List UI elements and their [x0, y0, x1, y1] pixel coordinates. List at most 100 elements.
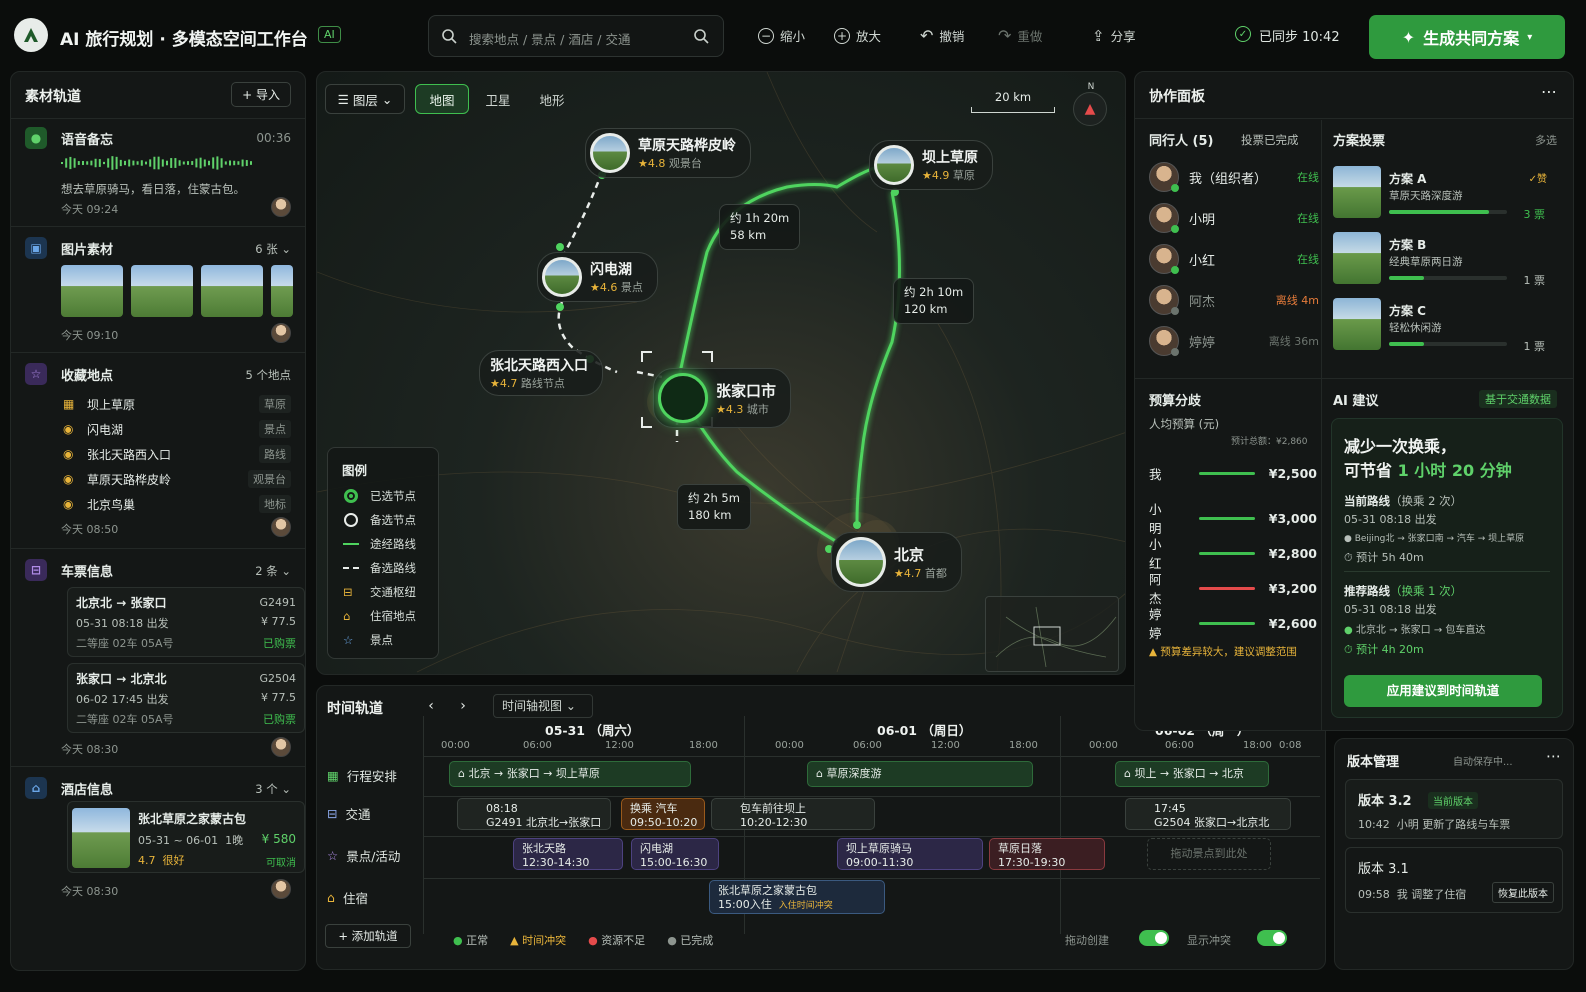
companion-item[interactable]: 小红 在线 — [1149, 244, 1319, 274]
image-thumbnail[interactable] — [131, 265, 193, 317]
voice-memo-section[interactable]: ● 语音备忘 00:36 想去草原骑马，看日落，住蒙古包。 今天 09:24 — [11, 118, 305, 226]
image-count-dropdown[interactable]: 6 张 ⌄ — [255, 241, 291, 257]
hotel-count-dropdown[interactable]: 3 个 ⌄ — [255, 781, 291, 797]
companion-item[interactable]: 婷婷 离线 36m — [1149, 326, 1319, 356]
lodging-bar[interactable]: 张北草原之家蒙古包 15:00入住 入住时间冲突 — [709, 880, 885, 914]
bar-time: 15:00-16:30 — [640, 856, 708, 869]
plan-vote-card[interactable]: 方案 C 轻松休闲游 1 票 — [1333, 298, 1547, 354]
hotel-cancel-policy: 可取消 — [266, 858, 296, 869]
map-node[interactable]: 张家口市 ★4.3 城市 — [653, 368, 792, 428]
plan-desc: 轻松休闲游 — [1389, 322, 1442, 334]
drop-zone[interactable]: 拖动景点到此处 — [1147, 838, 1271, 870]
place-item[interactable]: ◉ 草原天路桦皮岭 观景台 — [63, 470, 291, 488]
plan-vote-card[interactable]: 方案 B 经典草原两日游 1 票 — [1333, 232, 1547, 288]
generate-plan-button[interactable]: ✦ 生成共同方案 ▾ — [1369, 15, 1565, 59]
tickets-count-dropdown[interactable]: 2 条 ⌄ — [255, 563, 291, 579]
show-conflict-toggle[interactable] — [1257, 930, 1287, 946]
trip-bar[interactable]: ⌂ 草原深度游 — [807, 761, 1033, 787]
drag-create-toggle[interactable] — [1139, 930, 1169, 946]
compass[interactable]: N ▲ — [1073, 82, 1109, 126]
version-card-current[interactable]: 版本 3.2 当前版本 10:42 小明 更新了路线与车票 — [1345, 779, 1563, 839]
next-button[interactable]: › — [449, 694, 477, 718]
version-time: 09:58 — [1358, 888, 1390, 901]
map-node[interactable]: 北京 ★4.7 首都 — [831, 532, 962, 592]
more-icon[interactable]: ⋯ — [1541, 82, 1557, 101]
budget-line — [1199, 586, 1255, 590]
tab-terrain[interactable]: 地形 — [525, 84, 579, 114]
search-input[interactable]: 搜索地点 / 景点 / 酒店 / 交通 — [428, 15, 724, 57]
image-thumbnail[interactable] — [201, 265, 263, 317]
search-submit-icon[interactable] — [693, 28, 709, 44]
hotel-card[interactable]: 张北草原之家蒙古包 05-31 ~ 06-01 1晚 ¥ 580 4.7 很好 … — [67, 801, 305, 873]
budget-value: ¥2,800 — [1268, 545, 1317, 561]
row-itinerary: ▦ 行程安排 — [327, 766, 397, 785]
transport-bar[interactable]: 17:45 G2504 张家口→北京北 — [1125, 798, 1291, 830]
trip-bar[interactable]: ⌂ 坝上 → 张家口 → 北京 — [1115, 761, 1269, 787]
current-route-text: Beijing北 → 张家口南 → 汽车 → 坝上草原 — [1354, 534, 1525, 544]
layers-button[interactable]: ☰ 图层 ⌄ — [325, 84, 405, 114]
image-thumbnail[interactable] — [271, 265, 293, 317]
prev-button[interactable]: ‹ — [417, 694, 445, 718]
map-node[interactable]: 草原天路桦皮岭 ★4.8 观景台 — [585, 128, 751, 178]
budget-row: 阿杰 ¥3,200 — [1149, 569, 1317, 607]
time-tick: 06:00 — [1165, 740, 1194, 751]
restore-version-button[interactable]: 恢复此版本 — [1492, 882, 1554, 903]
legend-label: 备选节点 — [370, 513, 416, 527]
companion-status: 在线 — [1297, 212, 1319, 225]
undo-button[interactable]: ↶ 撤销 — [920, 26, 964, 45]
transport-bar[interactable]: 08:18 G2491 北京北→张家口 — [457, 798, 611, 830]
version-more-icon[interactable]: ⋯ — [1546, 747, 1561, 765]
image-section-title: 图片素材 — [61, 243, 114, 258]
tab-map[interactable]: 地图 — [415, 84, 469, 114]
legend-item: 途经路线 — [342, 536, 416, 552]
trip-bar[interactable]: ⌂ 北京 → 张家口 → 坝上草原 — [449, 761, 691, 787]
companion-item[interactable]: 阿杰 离线 4m — [1149, 285, 1319, 315]
plan-thumbnail — [1333, 232, 1381, 284]
activity-bar[interactable]: 张北天路 12:30-14:30 — [513, 838, 623, 870]
timeline-view-select[interactable]: 时间轴视图 ⌄ — [493, 694, 593, 718]
bar-title: 闪电湖 — [640, 842, 673, 855]
ai-badge: AI — [318, 26, 341, 43]
budget-warning: ▲ 预算差异较大，建议调整范围 — [1149, 646, 1297, 658]
waveform[interactable] — [61, 153, 261, 173]
node-photo — [590, 133, 630, 173]
activity-bar[interactable]: 坝上草原骑马 09:00-11:30 — [837, 838, 983, 870]
place-item[interactable]: ▦ 坝上草原 草原 — [63, 395, 291, 413]
image-thumbnail[interactable] — [61, 265, 123, 317]
time-tick: 00:00 — [775, 740, 804, 751]
ticket-card[interactable]: 北京北 → 张家口 G2491 05-31 08:18 出发 ¥ 77.5 二等… — [67, 587, 305, 657]
route-time: 约 1h 20m — [730, 211, 790, 225]
map-node[interactable]: 张北天路西入口 ★4.7 路线节点 — [479, 350, 603, 396]
budget-person: 小红 — [1149, 537, 1162, 571]
current-route-estimate: ⏱ 预计 5h 40m — [1344, 551, 1424, 564]
place-item[interactable]: ◉ 北京鸟巢 地标 — [63, 495, 291, 513]
map-canvas[interactable]: ☰ 图层 ⌄ 地图 卫星 地形 20 km N ▲ 草原天路桦皮岭 ★4.8 观景… — [316, 71, 1126, 675]
version-card[interactable]: 版本 3.1 09:58 我 调整了住宿 恢复此版本 — [1345, 847, 1563, 913]
activity-bar-conflict[interactable]: 草原日落 17:30-19:30 — [989, 838, 1105, 870]
place-item[interactable]: ◉ 张北天路西入口 路线 — [63, 445, 291, 463]
add-track-button[interactable]: + 添加轨道 — [325, 924, 411, 948]
transport-bar[interactable]: 包车前往坝上 10:20-12:30 — [711, 798, 875, 830]
plan-votes: 1 票 — [1523, 274, 1546, 287]
share-button[interactable]: ⇪ 分享 — [1092, 26, 1136, 45]
hotel-time: 今天 08:30 — [61, 885, 119, 898]
map-node[interactable]: 坝上草原 ★4.9 草原 — [869, 140, 993, 190]
minimap[interactable] — [985, 596, 1119, 672]
plan-vote-card[interactable]: 方案 A 草原天路深度游 3 票 ✓赞 — [1333, 166, 1547, 222]
zoom-out-button[interactable]: − 缩小 — [758, 26, 805, 45]
transport-bar-conflict[interactable]: 换乘 汽车 09:50-10:20 — [621, 798, 705, 830]
tab-satellite[interactable]: 卫星 — [471, 84, 525, 114]
activity-bar[interactable]: 闪电湖 15:00-16:30 — [631, 838, 719, 870]
companion-item[interactable]: 小明 在线 — [1149, 203, 1319, 233]
apply-suggestion-button[interactable]: 应用建议到时间轨道 — [1344, 675, 1542, 707]
star-icon: ☆ — [25, 363, 47, 385]
companion-item[interactable]: 我（组织者） 在线 — [1149, 162, 1319, 192]
place-name: 草原天路桦皮岭 — [87, 472, 172, 487]
import-button[interactable]: + 导入 — [231, 82, 291, 107]
place-item[interactable]: ◉ 闪电湖 景点 — [63, 420, 291, 438]
zoom-in-button[interactable]: + 放大 — [834, 26, 881, 45]
ticket-card[interactable]: 张家口 → 北京北 G2504 06-02 17:45 出发 ¥ 77.5 二等… — [67, 663, 305, 733]
redo-button[interactable]: ↷ 重做 — [998, 26, 1042, 45]
budget-value: ¥3,200 — [1268, 580, 1317, 596]
map-node[interactable]: 闪电湖 ★4.6 景点 — [537, 252, 658, 302]
